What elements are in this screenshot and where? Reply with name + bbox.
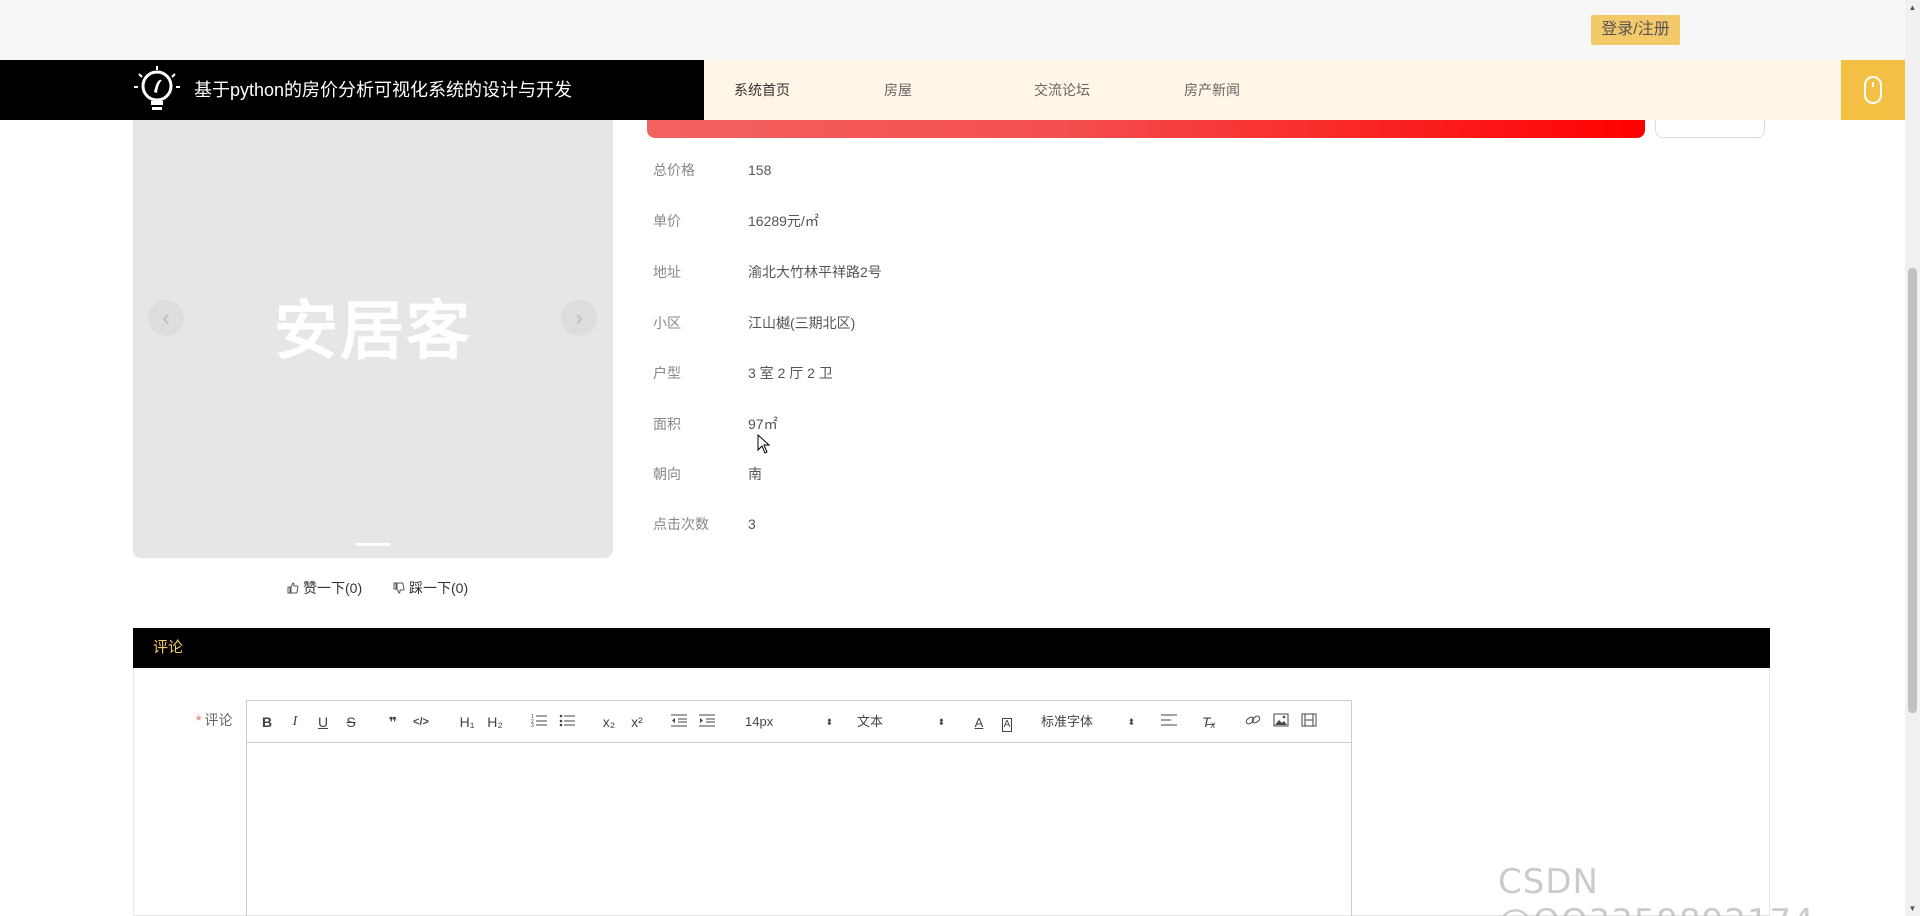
chevron-up-down-icon: ⬍ <box>825 717 833 727</box>
page-scrollbar[interactable]: ▲ ▼ <box>1905 0 1920 916</box>
editor-toolbar: B I U S ❞ </> H₁ H₂ 123 x₂ x² 14px ⬍ 文本 … <box>247 701 1351 743</box>
detail-label: 面积 <box>653 416 681 432</box>
carousel-prev-button[interactable]: ‹ <box>148 300 184 336</box>
image-icon[interactable] <box>1271 711 1291 733</box>
carousel-next-button[interactable]: › <box>561 300 597 336</box>
font-color-icon[interactable]: A <box>969 711 989 733</box>
carousel-indicator[interactable] <box>356 543 390 546</box>
scroll-thumb[interactable] <box>1908 268 1917 713</box>
underline-button[interactable]: U <box>313 711 333 733</box>
editor-content-area[interactable] <box>247 743 1351 916</box>
header-1-button[interactable]: H₁ <box>455 711 479 733</box>
detail-value: 3 室 2 厅 2 卫 <box>748 365 833 381</box>
top-bar: 登录/注册 <box>0 0 1905 60</box>
ordered-list-icon[interactable]: 123 <box>529 711 549 733</box>
clear-format-button[interactable]: T̶ₓ <box>1199 711 1219 733</box>
detail-label: 朝向 <box>653 466 681 482</box>
scroll-down-icon[interactable]: ▼ <box>1905 901 1920 916</box>
blockquote-button[interactable]: ❞ <box>383 711 403 733</box>
detail-label: 户型 <box>653 365 681 381</box>
mouse-cursor-icon <box>757 434 771 454</box>
block-format-select[interactable]: 文本 ⬍ <box>857 711 945 733</box>
detail-label: 点击次数 <box>653 516 709 532</box>
site-title: 基于python的房价分析可视化系统的设计与开发 <box>194 80 573 100</box>
bold-button[interactable]: B <box>257 711 277 733</box>
carousel-image-text: 安居客 <box>274 295 472 367</box>
outdent-icon[interactable] <box>669 711 689 733</box>
bullet-list-icon[interactable] <box>557 711 577 733</box>
comment-field-label: * 评论 <box>196 710 232 730</box>
detail-label: 单价 <box>653 213 681 229</box>
nav-home[interactable]: 系统首页 <box>734 60 790 120</box>
comment-section-title: 评论 <box>153 639 184 656</box>
like-button[interactable]: 赞一下(0) <box>287 578 362 598</box>
price-banner <box>647 120 1645 138</box>
indent-icon[interactable] <box>697 711 717 733</box>
detail-label: 总价格 <box>653 162 695 178</box>
svg-text:3: 3 <box>531 723 534 727</box>
strikethrough-button[interactable]: S <box>341 711 361 733</box>
align-icon[interactable] <box>1159 711 1179 733</box>
superscript-button[interactable]: x² <box>627 711 647 733</box>
background-color-icon[interactable]: A <box>997 711 1017 733</box>
nav-news[interactable]: 房产新闻 <box>1184 60 1240 120</box>
font-family-select[interactable]: 标准字体 ⬍ <box>1041 711 1135 733</box>
login-register-button[interactable]: 登录/注册 <box>1591 15 1680 45</box>
mouse-icon <box>1864 76 1882 104</box>
code-block-button[interactable]: </> <box>411 711 431 733</box>
thumbs-up-icon <box>287 582 299 594</box>
dislike-label: 踩一下(0) <box>409 580 469 596</box>
watermark: CSDN @QQ3359892174 <box>1498 862 1814 916</box>
dislike-button[interactable]: 踩一下(0) <box>393 578 468 598</box>
detail-value: 南 <box>748 466 762 482</box>
link-icon[interactable] <box>1243 711 1263 733</box>
brand: 基于python的房价分析可视化系统的设计与开发 <box>0 60 704 120</box>
chevron-up-down-icon: ⬍ <box>1127 717 1135 727</box>
italic-button[interactable]: I <box>285 711 305 733</box>
like-label: 赞一下(0) <box>303 580 363 596</box>
nav-forum[interactable]: 交流论坛 <box>1034 60 1090 120</box>
font-size-value: 14px <box>745 714 774 729</box>
comment-section-header: 评论 <box>133 628 1770 668</box>
required-mark: * <box>196 712 202 728</box>
comment-label-text: 评论 <box>204 712 233 728</box>
outline-button[interactable] <box>1655 120 1765 138</box>
nav-houses[interactable]: 房屋 <box>884 60 912 120</box>
video-icon[interactable] <box>1299 711 1319 733</box>
chevron-up-down-icon: ⬍ <box>937 717 945 727</box>
detail-value: 97㎡ <box>748 416 778 432</box>
detail-value: 江山樾(三期北区) <box>748 315 856 331</box>
subscript-button[interactable]: x₂ <box>599 711 619 733</box>
lightbulb-logo-icon <box>134 66 180 110</box>
detail-value: 16289元/㎡ <box>748 213 819 229</box>
font-family-value: 标准字体 <box>1041 714 1094 729</box>
detail-value: 3 <box>748 516 756 532</box>
scroll-up-icon[interactable]: ▲ <box>1905 0 1920 15</box>
block-format-value: 文本 <box>857 714 884 729</box>
detail-value: 158 <box>748 162 772 178</box>
detail-value: 渝北大竹林平祥路2号 <box>748 264 882 280</box>
image-carousel: 安居客 ‹ › <box>133 120 613 558</box>
detail-label: 小区 <box>653 315 681 331</box>
detail-label: 地址 <box>653 264 681 280</box>
header-2-button[interactable]: H₂ <box>483 711 507 733</box>
rich-text-editor: B I U S ❞ </> H₁ H₂ 123 x₂ x² 14px ⬍ 文本 … <box>246 700 1352 916</box>
main-menu: 系统首页 房屋 交流论坛 房产新闻 <box>704 60 1841 120</box>
nav-bar: 基于python的房价分析可视化系统的设计与开发 系统首页 房屋 交流论坛 房产… <box>0 60 1905 120</box>
font-size-select[interactable]: 14px ⬍ <box>745 711 833 733</box>
mouse-icon-button[interactable] <box>1841 60 1905 120</box>
thumbs-down-icon <box>393 582 405 594</box>
